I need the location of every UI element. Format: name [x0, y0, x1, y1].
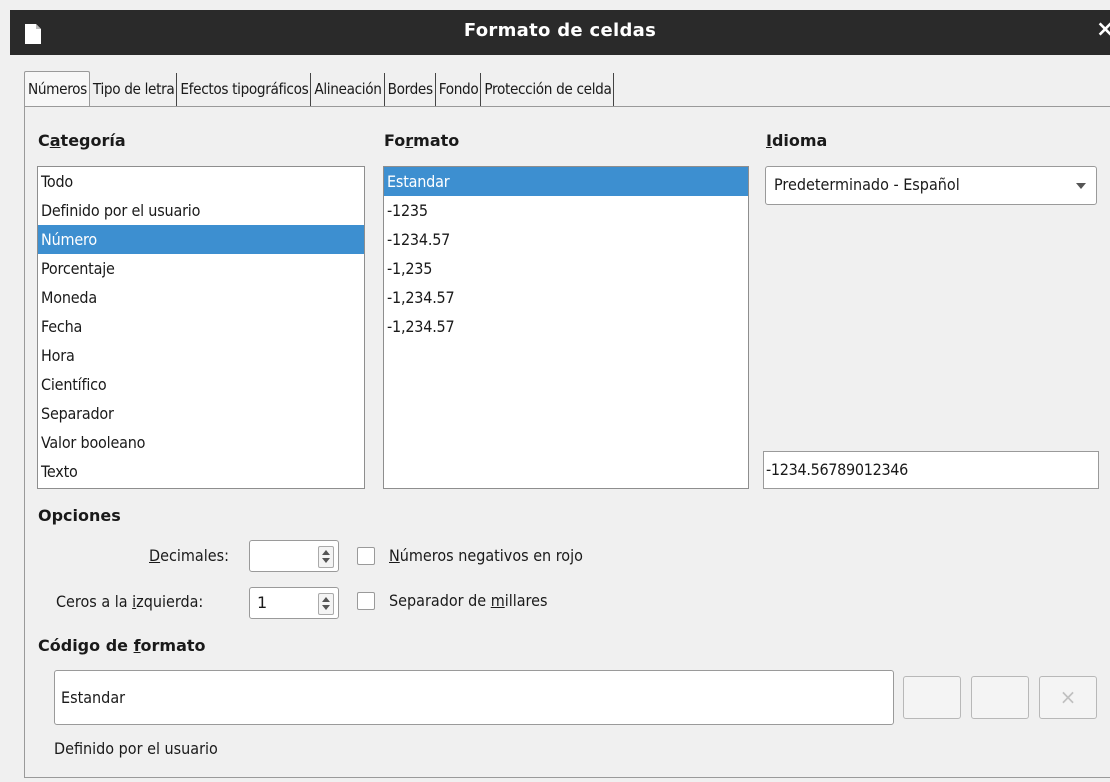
categoria-listbox[interactable]: Todo Definido por el usuario Número Porc…: [37, 166, 365, 489]
list-item[interactable]: Moneda: [38, 283, 364, 312]
list-item[interactable]: Número: [38, 225, 364, 254]
negativos-rojo-label: Números negativos en rojo: [389, 546, 583, 565]
list-item[interactable]: Porcentaje: [38, 254, 364, 283]
codigo-formato-value: Estandar: [61, 688, 126, 707]
tab-bordes[interactable]: Bordes: [385, 73, 436, 106]
add-format-button[interactable]: [903, 676, 961, 719]
list-item[interactable]: Texto: [38, 457, 364, 486]
list-item[interactable]: -1,234.57: [384, 283, 748, 312]
codigo-formato-label: Código de formato: [38, 636, 206, 655]
tab-bar: Números Tipo de letra Efectos tipográfic…: [24, 71, 615, 108]
idioma-dropdown[interactable]: Predeterminado - Español: [765, 166, 1097, 205]
spin-up-icon[interactable]: [322, 550, 330, 555]
preview-value: -1234.56789012346: [766, 460, 909, 479]
separador-millares-checkbox[interactable]: [357, 592, 375, 610]
edit-comment-button[interactable]: [971, 676, 1029, 719]
list-item[interactable]: Estandar: [384, 167, 748, 196]
idioma-label: Idioma: [766, 131, 828, 150]
tab-efectos-tipograficos[interactable]: Efectos tipográficos: [177, 73, 312, 106]
tab-alineacion[interactable]: Alineación: [311, 73, 385, 106]
list-item[interactable]: Valor booleano: [38, 428, 364, 457]
negativos-rojo-checkbox[interactable]: [357, 547, 375, 565]
ceros-izquierda-value: 1: [257, 593, 268, 612]
list-item[interactable]: Todo: [38, 167, 364, 196]
idioma-selected-value: Predeterminado - Español: [774, 175, 960, 194]
codigo-formato-input[interactable]: Estandar: [54, 670, 894, 725]
opciones-label: Opciones: [38, 506, 121, 525]
delete-format-button: ×: [1039, 676, 1097, 719]
spin-down-icon[interactable]: [322, 605, 330, 610]
list-item[interactable]: Fecha: [38, 312, 364, 341]
ceros-izquierda-label: Ceros a la izquierda:: [56, 592, 204, 611]
list-item[interactable]: Separador: [38, 399, 364, 428]
title-bar: Formato de celdas ×: [10, 10, 1110, 55]
ceros-izquierda-spinbox[interactable]: 1: [249, 587, 339, 619]
list-item[interactable]: -1234.57: [384, 225, 748, 254]
tab-numeros[interactable]: Números: [24, 71, 90, 108]
categoria-label: Categoría: [38, 131, 126, 150]
formato-listbox[interactable]: Estandar -1235 -1234.57 -1,235 -1,234.57…: [383, 166, 749, 489]
list-item[interactable]: Científico: [38, 370, 364, 399]
decimales-label: Decimales:: [149, 546, 229, 565]
tab-tipo-de-letra[interactable]: Tipo de letra: [90, 73, 178, 106]
codigo-formato-description: Definido por el usuario: [54, 739, 218, 758]
close-icon[interactable]: ×: [1096, 19, 1110, 41]
close-icon: ×: [1059, 685, 1077, 709]
list-item[interactable]: -1,235: [384, 254, 748, 283]
tab-fondo[interactable]: Fondo: [436, 73, 482, 106]
dialog-title: Formato de celdas: [463, 20, 657, 41]
spin-buttons[interactable]: [318, 593, 334, 615]
chevron-down-icon: [1076, 183, 1086, 189]
list-item[interactable]: Hora: [38, 341, 364, 370]
separador-millares-label: Separador de millares: [389, 591, 548, 610]
list-item[interactable]: Definido por el usuario: [38, 196, 364, 225]
list-item[interactable]: -1235: [384, 196, 748, 225]
spin-down-icon[interactable]: [322, 558, 330, 563]
format-preview: -1234.56789012346: [763, 451, 1099, 489]
spin-up-icon[interactable]: [322, 597, 330, 602]
tab-proteccion-de-celda[interactable]: Protección de celda: [481, 73, 615, 106]
list-item[interactable]: -1,234.57: [384, 312, 748, 341]
formato-label: Formato: [384, 131, 460, 150]
spin-buttons[interactable]: [318, 546, 334, 568]
decimales-spinbox[interactable]: [249, 540, 339, 572]
